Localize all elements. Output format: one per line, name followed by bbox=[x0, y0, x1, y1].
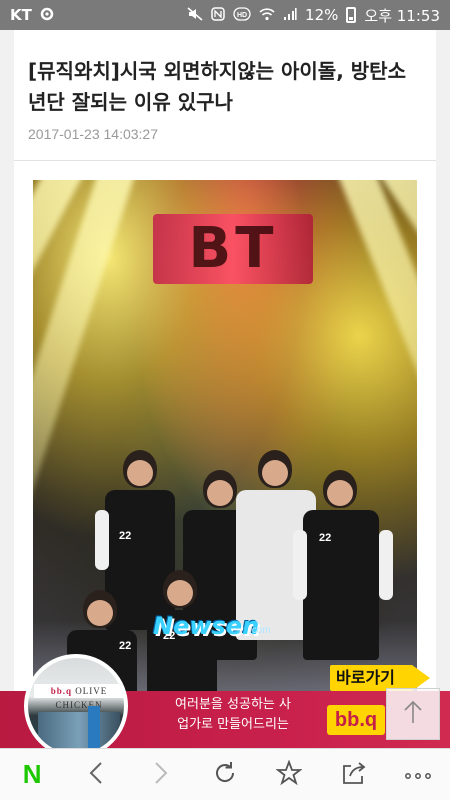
battery-icon bbox=[346, 7, 357, 23]
article-photo[interactable]: BT 22 22 22 22 Newsen .com bbox=[33, 180, 417, 700]
ad-text: 여러분을 성공하는 사 업가로 만들어드리는 bbox=[163, 695, 303, 735]
jersey-number: 22 bbox=[119, 530, 132, 542]
clock: 오후 11:53 bbox=[364, 6, 440, 25]
status-bar: KT HD 12% 오후 11:53 bbox=[0, 0, 450, 30]
back-button[interactable] bbox=[68, 749, 124, 800]
stage-logo: BT bbox=[153, 214, 313, 284]
ad-text-line1: 여러분을 성공하는 사 bbox=[175, 697, 291, 712]
carrier-label: KT bbox=[10, 6, 32, 24]
more-button[interactable] bbox=[390, 749, 446, 800]
refresh-icon bbox=[212, 760, 238, 790]
wifi-icon bbox=[259, 7, 275, 24]
bookmark-button[interactable] bbox=[261, 749, 317, 800]
bottom-nav: N bbox=[0, 748, 450, 800]
refresh-button[interactable] bbox=[197, 749, 253, 800]
share-button[interactable] bbox=[326, 749, 382, 800]
bookmark-icon bbox=[275, 758, 303, 790]
watermark-domain: .com bbox=[249, 625, 271, 636]
scroll-top-button[interactable] bbox=[386, 688, 440, 740]
article-title: [뮤직와치]시국 외면하지않는 아이돌, 방탄소년단 잘되는 이유 있구나 bbox=[28, 59, 406, 114]
store-sign: bb.q OLIVE CHICKEN bbox=[34, 684, 124, 710]
mute-icon bbox=[187, 6, 203, 24]
newsen-watermark: Newsen bbox=[153, 612, 260, 640]
nfc-icon bbox=[211, 6, 225, 24]
forward-button[interactable] bbox=[133, 749, 189, 800]
battery-percent: 12% bbox=[305, 6, 339, 24]
forward-icon bbox=[154, 761, 168, 789]
more-icon bbox=[404, 765, 432, 784]
back-icon bbox=[89, 761, 103, 789]
svg-text:HD: HD bbox=[237, 12, 247, 19]
signal-icon bbox=[283, 7, 297, 24]
hd-icon: HD bbox=[233, 6, 251, 24]
settings-icon bbox=[40, 7, 54, 24]
naver-home-button[interactable]: N bbox=[4, 749, 60, 800]
naver-logo: N bbox=[22, 759, 42, 789]
title-divider bbox=[14, 160, 436, 161]
jersey-number: 22 bbox=[319, 532, 332, 544]
share-icon bbox=[341, 760, 367, 790]
ad-text-line2: 업가로 만들어드리는 bbox=[177, 717, 289, 732]
article-date: 2017-01-23 14:03:27 bbox=[28, 126, 158, 142]
arrow-up-icon bbox=[402, 699, 424, 729]
jersey-number: 22 bbox=[119, 640, 132, 652]
ad-brand-logo[interactable]: bb.q bbox=[327, 705, 385, 735]
ad-store-image[interactable]: bb.q OLIVE CHICKEN bbox=[24, 654, 128, 758]
